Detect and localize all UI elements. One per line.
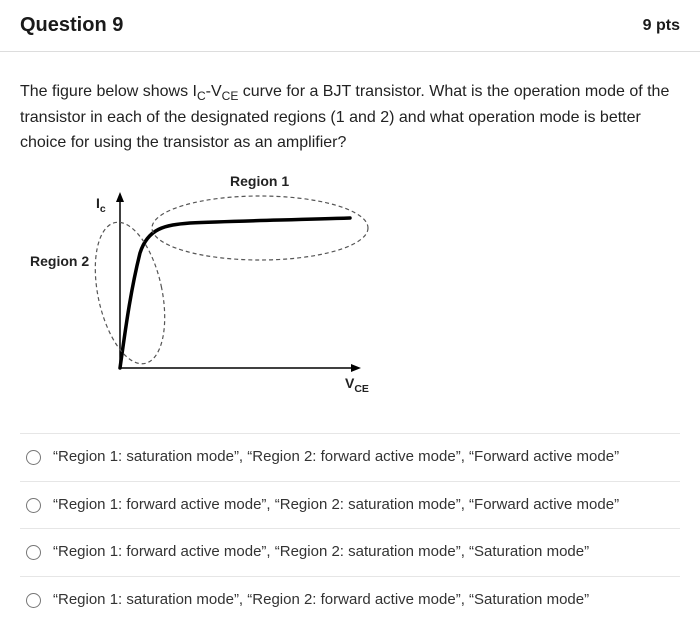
prompt-text-2: -V (206, 83, 222, 100)
question-body: The figure below shows IC-VCE curve for … (0, 52, 700, 633)
region2-label: Region 2 (30, 253, 89, 269)
answer-text-2: “Region 1: forward active mode”, “Region… (53, 541, 589, 564)
radio-option-0[interactable] (26, 450, 41, 465)
radio-option-3[interactable] (26, 593, 41, 608)
answer-text-0: “Region 1: saturation mode”, “Region 2: … (53, 446, 619, 469)
answer-text-1: “Region 1: forward active mode”, “Region… (53, 494, 619, 517)
answer-text-3: “Region 1: saturation mode”, “Region 2: … (53, 589, 589, 612)
answer-options: “Region 1: saturation mode”, “Region 2: … (20, 433, 680, 623)
answer-option-2[interactable]: “Region 1: forward active mode”, “Region… (20, 529, 680, 577)
question-header: Question 9 9 pts (0, 0, 700, 52)
x-axis-main: V (345, 375, 354, 391)
radio-option-2[interactable] (26, 545, 41, 560)
question-points: 9 pts (643, 17, 680, 35)
chart-svg (30, 173, 390, 403)
y-axis-label: Ic (96, 195, 106, 215)
prompt-sub-2: CE (222, 89, 239, 103)
question-prompt: The figure below shows IC-VCE curve for … (20, 80, 680, 155)
prompt-text-1: The figure below shows I (20, 83, 197, 100)
x-axis-label: VCE (345, 375, 369, 395)
answer-option-1[interactable]: “Region 1: forward active mode”, “Region… (20, 482, 680, 530)
answer-option-0[interactable]: “Region 1: saturation mode”, “Region 2: … (20, 434, 680, 482)
y-axis-sub: c (100, 203, 106, 215)
prompt-sub-1: C (197, 89, 206, 103)
answer-option-3[interactable]: “Region 1: saturation mode”, “Region 2: … (20, 577, 680, 624)
bjt-curve-figure: Region 1 Region 2 Ic VCE (30, 173, 390, 403)
radio-option-1[interactable] (26, 498, 41, 513)
x-axis-sub: CE (354, 383, 369, 395)
question-title: Question 9 (20, 14, 123, 37)
region1-label: Region 1 (230, 173, 289, 189)
